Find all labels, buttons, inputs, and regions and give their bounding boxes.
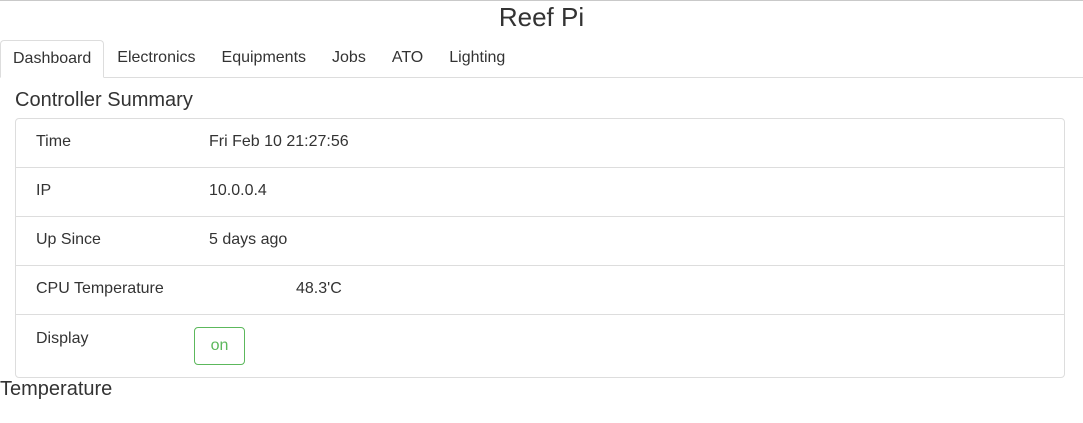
app-title: Reef Pi [498, 2, 585, 32]
tab-ato[interactable]: ATO [379, 40, 436, 76]
tab-equipments[interactable]: Equipments [209, 40, 320, 76]
summary-row-ip: IP 10.0.0.4 [16, 168, 1064, 217]
row-label: Time [36, 133, 71, 150]
row-label: CPU Temperature [36, 280, 164, 297]
tab-jobs[interactable]: Jobs [319, 40, 379, 76]
summary-row-display: Display on [16, 315, 1064, 377]
app-window: Reef Pi Dashboard Electronics Equipments… [0, 0, 1083, 423]
row-label: IP [36, 182, 52, 199]
tab-lighting[interactable]: Lighting [436, 40, 518, 76]
tab-dashboard[interactable]: Dashboard [0, 40, 105, 78]
row-value: 5 days ago [209, 231, 288, 248]
summary-row-cpu-temperature: CPU Temperature 48.3'C [16, 266, 1064, 315]
display-toggle-button[interactable]: on [194, 327, 245, 365]
row-label: Display [36, 330, 89, 347]
temperature-section-title: Temperature [0, 378, 113, 400]
tab-bar: Dashboard Electronics Equipments Jobs AT… [0, 40, 1083, 78]
summary-row-time: Time Fri Feb 10 21:27:56 [16, 119, 1064, 168]
summary-row-up-since: Up Since 5 days ago [16, 217, 1064, 266]
controller-summary-title: Controller Summary [15, 89, 193, 111]
tab-electronics[interactable]: Electronics [104, 40, 208, 76]
row-value: Fri Feb 10 21:27:56 [209, 133, 349, 150]
row-label: Up Since [36, 231, 101, 248]
controller-summary-panel: Time Fri Feb 10 21:27:56 IP 10.0.0.4 Up … [15, 118, 1065, 378]
row-value: 48.3'C [296, 280, 342, 297]
row-value: 10.0.0.4 [209, 182, 267, 199]
